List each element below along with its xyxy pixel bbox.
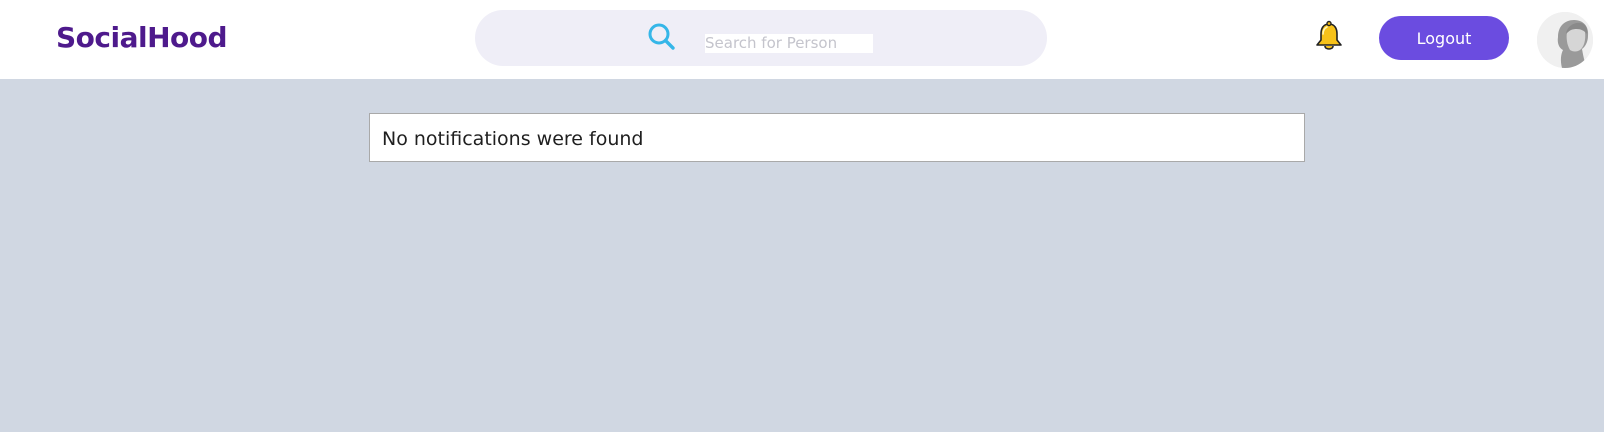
search-icon[interactable] xyxy=(647,22,677,52)
search-bar xyxy=(475,10,1047,66)
top-navigation-bar: SocialHood Logout xyxy=(0,0,1604,79)
user-avatar[interactable] xyxy=(1537,12,1593,68)
notifications-panel: No notifications were found xyxy=(369,113,1305,162)
empty-notifications-message: No notifications were found xyxy=(382,128,644,150)
brand-logo[interactable]: SocialHood xyxy=(56,20,228,56)
bell-icon[interactable] xyxy=(1314,20,1344,54)
logout-button[interactable]: Logout xyxy=(1379,16,1509,60)
search-input[interactable] xyxy=(705,34,873,53)
user-silhouette-icon xyxy=(1537,12,1593,68)
